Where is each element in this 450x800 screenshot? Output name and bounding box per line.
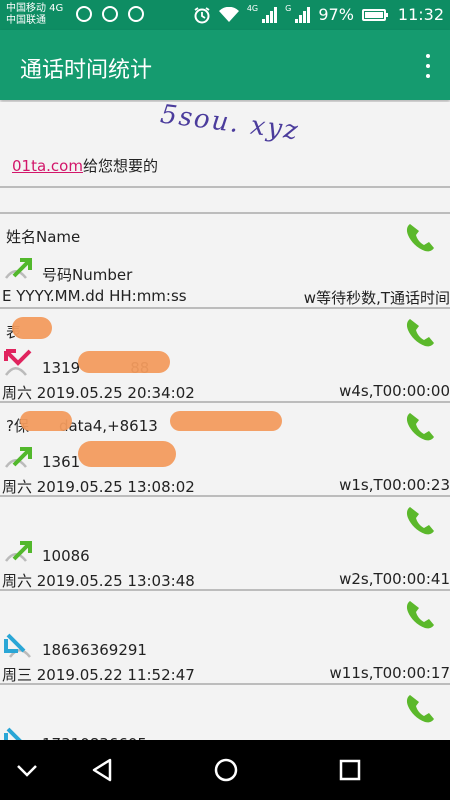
outgoing-call-icon bbox=[5, 258, 32, 279]
incoming-call-icon bbox=[4, 633, 31, 658]
alarm-icon bbox=[194, 6, 210, 23]
signal-1-icon bbox=[262, 6, 278, 23]
redaction-mark bbox=[78, 441, 176, 467]
call-row[interactable]: 17310836605 bbox=[0, 685, 450, 740]
chat-notification-icon bbox=[76, 6, 92, 22]
call-duration: w11s,T00:00:17 bbox=[329, 664, 450, 682]
wait-format-label: w等待秒数,T通话时间 bbox=[303, 289, 450, 307]
missed-call-icon bbox=[4, 349, 32, 376]
redaction-mark bbox=[78, 351, 170, 373]
ad-slogan: 给您想要的 bbox=[82, 157, 158, 175]
signal-2-icon bbox=[295, 6, 311, 23]
recents-icon[interactable] bbox=[335, 755, 365, 785]
notification-icons bbox=[76, 6, 144, 22]
call-duration: w2s,T00:00:41 bbox=[339, 570, 450, 588]
phone-handset-icon[interactable] bbox=[402, 503, 440, 537]
battery-percent: 97% bbox=[318, 5, 354, 24]
ad-banner: 5sou. xyz 01ta.com给您想要的 bbox=[0, 99, 450, 188]
call-duration: w1s,T00:00:23 bbox=[339, 476, 450, 494]
call-date: 周六 2019.05.25 13:03:48 bbox=[2, 572, 195, 590]
phone-handset-icon[interactable] bbox=[402, 409, 440, 443]
caller-number: 1361 bbox=[42, 453, 81, 471]
overflow-menu-icon[interactable] bbox=[422, 54, 434, 78]
call-date: 周六 2019.05.25 20:34:02 bbox=[2, 384, 195, 402]
call-row[interactable]: 18636369291 周三 2019.05.22 11:52:47 w11s,… bbox=[0, 591, 450, 685]
phone-handset-icon[interactable] bbox=[402, 691, 440, 725]
captcha-image: 5sou. xyz bbox=[158, 99, 302, 147]
navigation-bar bbox=[0, 740, 450, 800]
date-format-label: E YYYY.MM.dd HH:mm:ss bbox=[2, 287, 187, 305]
app-notification-icon bbox=[102, 6, 118, 22]
incoming-call-icon bbox=[4, 727, 22, 740]
phone-handset-icon[interactable] bbox=[402, 220, 440, 254]
carrier-info: 中国移动 4G 中国联通 bbox=[6, 3, 63, 27]
call-duration: w4s,T00:00:00 bbox=[339, 382, 450, 400]
app-title: 通话时间统计 bbox=[20, 58, 153, 83]
wifi-icon bbox=[218, 6, 239, 22]
redaction-mark bbox=[170, 411, 282, 431]
status-bar: 中国移动 4G 中国联通 4G G 97% 11:32 bbox=[0, 0, 450, 30]
caller-number: 10086 bbox=[42, 547, 90, 565]
media-notification-icon bbox=[128, 6, 144, 22]
app-bar: 通话时间统计 bbox=[0, 30, 450, 100]
system-tray: 4G G 97% 11:32 bbox=[193, 5, 444, 24]
caller-number: 18636369291 bbox=[42, 641, 147, 659]
call-date: 周三 2019.05.22 11:52:47 bbox=[2, 666, 195, 684]
phone-handset-icon[interactable] bbox=[402, 315, 440, 349]
signal-tag-1: 4G bbox=[246, 4, 259, 13]
list-header-row: 姓名Name 号码Number E YYYY.MM.dd HH:mm:ss w等… bbox=[0, 214, 450, 308]
name-column-label: 姓名Name bbox=[6, 228, 81, 246]
redaction-mark bbox=[12, 317, 52, 339]
chevron-down-icon[interactable] bbox=[12, 755, 42, 785]
divider bbox=[0, 186, 450, 188]
outgoing-call-icon bbox=[5, 541, 32, 562]
home-icon[interactable] bbox=[211, 755, 241, 785]
call-row[interactable]: 表 131988 周六 2019.05.25 20:34:02 w4s,T00:… bbox=[0, 309, 450, 403]
call-row[interactable]: ?保 data4,+8613 1361 周六 2019.05.25 13:08:0… bbox=[0, 403, 450, 497]
carrier-1: 中国移动 4G bbox=[6, 3, 64, 14]
number-column-label: 号码Number bbox=[42, 266, 133, 284]
battery-icon bbox=[361, 8, 388, 21]
clock: 11:32 bbox=[397, 5, 444, 24]
call-date: 周六 2019.05.25 13:08:02 bbox=[2, 478, 195, 496]
call-row[interactable]: 10086 周六 2019.05.25 13:03:48 w2s,T00:00:… bbox=[0, 497, 450, 591]
back-icon[interactable] bbox=[88, 755, 118, 785]
phone-handset-icon[interactable] bbox=[402, 597, 440, 631]
carrier-2: 中国联通 bbox=[6, 15, 46, 26]
ad-link[interactable]: 01ta.com bbox=[12, 157, 83, 175]
redaction-mark bbox=[20, 411, 72, 431]
signal-tag-2: G bbox=[285, 4, 292, 13]
outgoing-call-icon bbox=[5, 447, 32, 468]
ad-line: 01ta.com给您想要的 bbox=[12, 155, 158, 176]
